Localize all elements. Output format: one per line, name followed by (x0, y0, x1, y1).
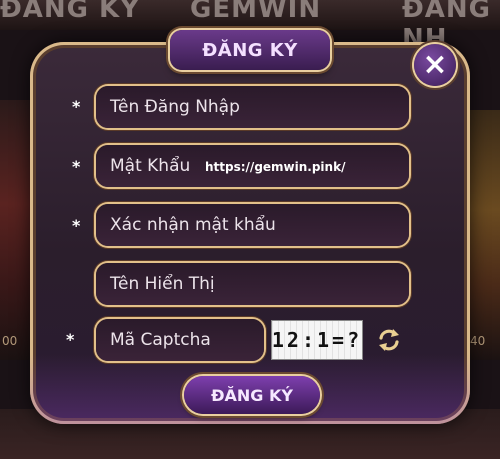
background-right-number: 40 (470, 334, 486, 348)
captcha-placeholder: Mã Captcha (110, 330, 211, 350)
confirm-password-required-mark: * (72, 216, 81, 235)
watermark-url: https://gemwin.pink/ (205, 160, 346, 174)
refresh-captcha-button[interactable] (374, 325, 404, 355)
captcha-input[interactable]: Mã Captcha (96, 319, 264, 361)
username-placeholder: Tên Đăng Nhập (110, 97, 240, 117)
refresh-icon (379, 329, 399, 351)
display-name-input[interactable]: Tên Hiển Thị (96, 263, 409, 305)
display-name-placeholder: Tên Hiển Thị (110, 274, 215, 294)
username-required-mark: * (72, 97, 81, 116)
background-register-text: ĐĂNG KÝ (0, 0, 141, 24)
captcha-required-mark: * (66, 330, 75, 349)
captcha-text: 12:1=? (271, 328, 363, 352)
password-required-mark: * (72, 157, 81, 176)
confirm-password-input[interactable]: Xác nhận mật khẩu (96, 204, 409, 246)
background-logo-text: GEMWIN (190, 0, 322, 24)
background-left-number: 00 (2, 334, 18, 348)
close-icon: × (422, 47, 448, 82)
register-button-label: ĐĂNG KÝ (211, 385, 293, 405)
close-button[interactable]: × (414, 44, 456, 86)
dialog-title: ĐĂNG KÝ (170, 30, 330, 70)
register-button[interactable]: ĐĂNG KÝ (184, 376, 320, 414)
username-input[interactable]: Tên Đăng Nhập (96, 86, 409, 128)
confirm-password-placeholder: Xác nhận mật khẩu (110, 215, 276, 235)
captcha-image: 12:1=? (272, 321, 362, 359)
password-placeholder: Mật Khẩu (110, 156, 191, 176)
